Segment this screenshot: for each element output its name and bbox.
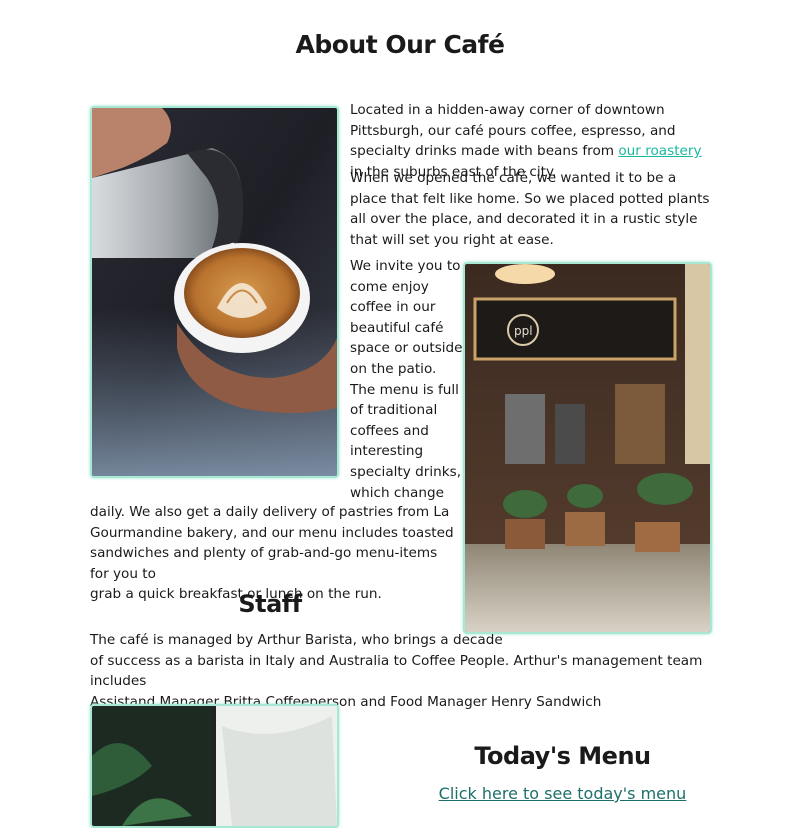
- about-paragraph-3-line: space or outside: [350, 340, 463, 357]
- about-paragraph-3-line: of traditional: [350, 402, 438, 419]
- about-paragraph-3-line: come enjoy: [350, 278, 429, 295]
- about-paragraph-3-line: which change: [350, 484, 444, 501]
- about-paragraph-3-line: interesting: [350, 443, 424, 460]
- staff-title: Staff: [238, 590, 302, 618]
- about-paragraph-3-line: daily. We also get a daily delivery of p…: [90, 504, 450, 520]
- roastery-link[interactable]: our roastery: [618, 143, 701, 159]
- staff-paragraph-line: The café is managed by Arthur Barista, w…: [90, 632, 503, 648]
- about-paragraph-3-line: The menu is full: [350, 381, 459, 398]
- about-paragraph-3-line: We invite you to: [350, 258, 461, 274]
- cafe-interior-image: ppl: [463, 262, 712, 634]
- staff-paragraph: The café is managed by Arthur Barista, w…: [90, 630, 710, 712]
- patio-plants-image: [90, 704, 339, 828]
- page-title: About Our Café: [295, 30, 505, 59]
- staff-paragraph-line: of success as a barista in Italy and Aus…: [90, 652, 703, 690]
- about-paragraph-2: When we opened the café, we wanted it to…: [350, 170, 710, 248]
- about-paragraph-3-line: Gourmandine bakery, and our menu include…: [90, 524, 454, 541]
- svg-text:ppl: ppl: [514, 324, 533, 338]
- about-paragraph-3-line: coffees and: [350, 422, 429, 439]
- about-paragraph-3-line: sandwiches and plenty of grab-and-go men…: [90, 545, 438, 582]
- about-paragraph-3-line: on the patio.: [350, 360, 437, 377]
- menu-title: Today's Menu: [474, 742, 651, 770]
- latte-art-image: [90, 106, 339, 478]
- todays-menu-link[interactable]: Click here to see today's menu: [400, 784, 725, 803]
- about-paragraph-3-line: specialty drinks,: [350, 463, 462, 480]
- about-paragraph-3: We invite you to come enjoy coffee in our b…: [350, 256, 470, 503]
- about-paragraph-3-line: beautiful café: [350, 319, 444, 336]
- about-paragraph-3-line: coffee in our: [350, 299, 436, 316]
